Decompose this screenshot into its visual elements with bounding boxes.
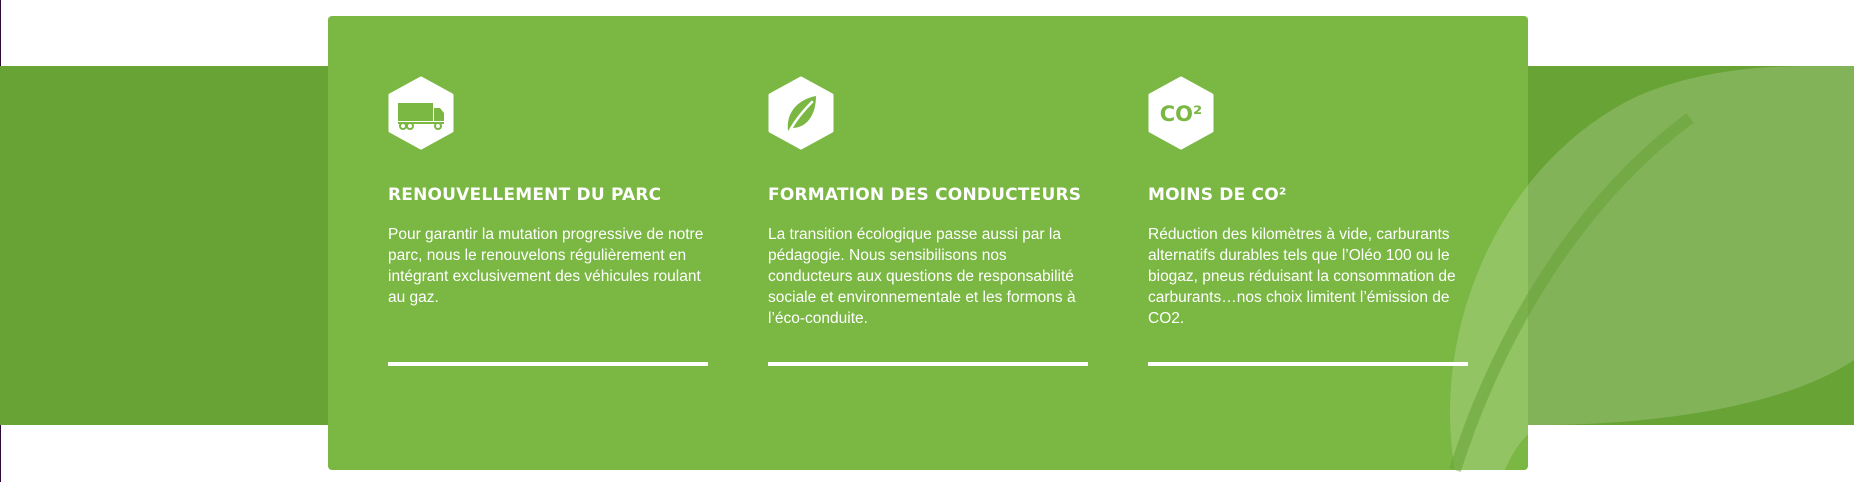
feature-divider xyxy=(1148,362,1468,366)
feature-divider xyxy=(768,362,1088,366)
co2-icon: CO² xyxy=(1148,76,1214,150)
leaf-icon xyxy=(768,76,834,150)
feature-fleet-renewal: RENOUVELLEMENT DU PARC Pour garantir la … xyxy=(388,76,708,366)
feature-description: La transition écologique passe aussi par… xyxy=(768,226,1076,327)
features-card: RENOUVELLEMENT DU PARC Pour garantir la … xyxy=(328,16,1528,470)
feature-title: FORMATION DES CONDUCTEURS xyxy=(768,185,1082,205)
co2-icon-label: CO² xyxy=(1160,102,1202,126)
feature-driver-training: FORMATION DES CONDUCTEURS La transition … xyxy=(768,76,1088,366)
feature-divider xyxy=(388,362,708,366)
eco-commitments-section: RENOUVELLEMENT DU PARC Pour garantir la … xyxy=(0,0,1854,482)
feature-title: RENOUVELLEMENT DU PARC xyxy=(388,185,662,205)
feature-title: MOINS DE CO² xyxy=(1148,185,1287,205)
truck-icon xyxy=(388,76,454,150)
feature-less-co2: CO² MOINS DE CO² Réduction des kilomètre… xyxy=(1148,76,1468,366)
feature-description: Réduction des kilomètres à vide, carbura… xyxy=(1148,226,1456,327)
feature-description: Pour garantir la mutation progressive de… xyxy=(388,226,704,306)
